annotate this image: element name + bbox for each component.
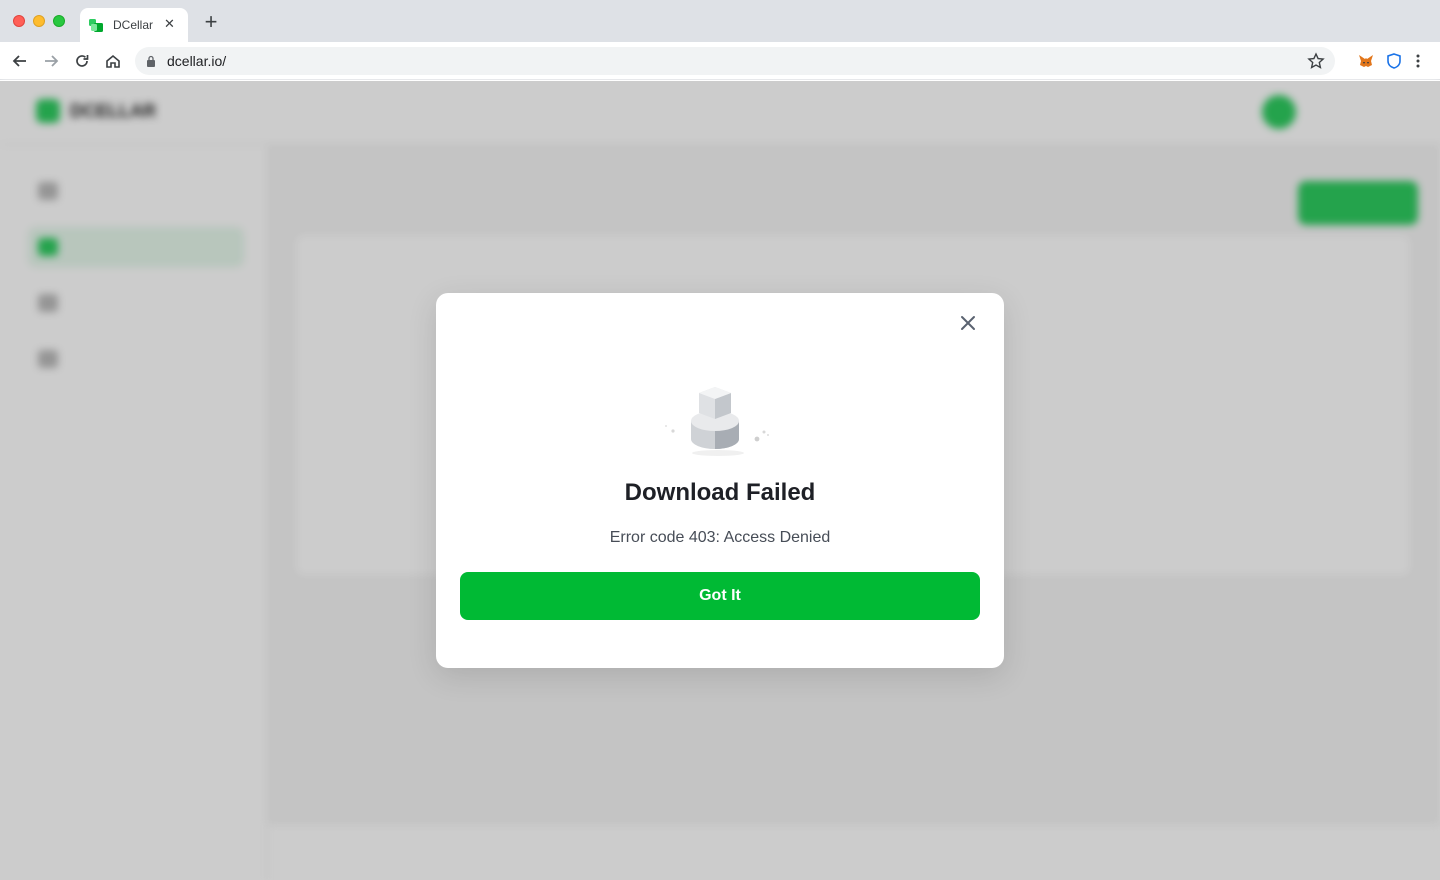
new-tab-button[interactable]: + xyxy=(200,11,222,33)
lock-icon xyxy=(147,55,155,67)
home-icon[interactable] xyxy=(104,52,122,70)
close-icon[interactable] xyxy=(956,311,980,335)
tab-title: DCellar xyxy=(113,18,154,32)
forward-arrow-icon[interactable] xyxy=(42,52,60,70)
bookmark-star-icon[interactable] xyxy=(1307,52,1325,70)
failed-download-illustration-icon xyxy=(665,387,769,456)
browser-tab-dcellar[interactable]: DCellar ✕ xyxy=(80,8,188,42)
minimize-window-button[interactable] xyxy=(33,15,45,27)
browser-menu-icon[interactable] xyxy=(1409,52,1427,70)
metamask-fox-icon[interactable] xyxy=(1357,52,1375,70)
download-failed-modal: Download Failed Error code 403: Access D… xyxy=(436,293,1004,668)
dcellar-favicon-icon xyxy=(89,19,103,32)
error-message: Error code 403: Access Denied xyxy=(609,529,831,546)
close-window-button[interactable] xyxy=(13,15,25,27)
browser-tab-strip: DCellar ✕ + xyxy=(0,0,1440,42)
tab-close-icon[interactable]: ✕ xyxy=(164,16,175,32)
shield-extension-icon[interactable] xyxy=(1385,52,1403,70)
back-arrow-icon[interactable] xyxy=(11,52,29,70)
reload-icon[interactable] xyxy=(73,52,91,70)
modal-title: Download Failed xyxy=(624,479,816,506)
maximize-window-button[interactable] xyxy=(53,15,65,27)
url-text: dcellar.io/ xyxy=(167,53,227,69)
browser-toolbar: dcellar.io/ xyxy=(0,42,1440,80)
got-it-button[interactable]: Got It xyxy=(460,572,980,620)
address-bar[interactable]: dcellar.io/ xyxy=(135,47,1335,75)
